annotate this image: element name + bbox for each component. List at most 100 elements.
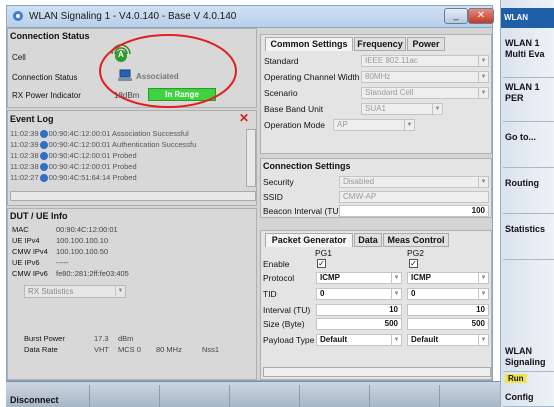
- chevron-down-icon: ▼: [478, 273, 488, 283]
- pg2-payload-select[interactable]: Default ▼: [407, 334, 489, 346]
- close-button[interactable]: ✕: [468, 8, 494, 24]
- base-band-unit-label: Base Band Unit: [264, 104, 324, 114]
- event-log-entry: 11:02:38 00:90:4C:12:00:01 Probed: [10, 162, 137, 172]
- pg2-tid-select[interactable]: 0 ▼: [407, 288, 489, 300]
- window-title-bar: WLAN Signaling 1 - V4.0.140 - Base V 4.0…: [6, 5, 494, 27]
- tab-frequency[interactable]: Frequency: [354, 37, 406, 51]
- sidebar-top-tab[interactable]: WLAN: [501, 8, 554, 28]
- packet-generator-hscrollbar[interactable]: [263, 367, 491, 377]
- pg1-protocol-select[interactable]: ICMP ▼: [316, 272, 402, 284]
- sidebar-item-routing[interactable]: Routing: [503, 178, 554, 214]
- pg1-enable-checkbox[interactable]: ✓: [317, 259, 326, 268]
- payload-type-label: Payload Type: [263, 335, 315, 345]
- tid-label: TID: [263, 289, 277, 299]
- cell-label: Cell: [12, 53, 26, 62]
- operation-mode-select[interactable]: AP ▼: [333, 119, 415, 131]
- connection-status-panel: Connection Status Cell A Connection Stat…: [7, 28, 257, 108]
- mac-label: MAC: [12, 225, 29, 234]
- pg1-payload-select[interactable]: Default ▼: [316, 334, 402, 346]
- ue-ipv4-label: UE IPv4: [12, 236, 40, 245]
- highlight-ellipse: [99, 34, 237, 108]
- tab-power[interactable]: Power: [407, 37, 445, 51]
- event-log-hscrollbar[interactable]: [10, 191, 256, 201]
- rx-statistics-select[interactable]: RX Statistics ▼: [24, 285, 126, 298]
- softkey-button[interactable]: [370, 385, 440, 407]
- burst-power-label: Burst Power: [24, 334, 65, 343]
- security-select[interactable]: Disabled ▼: [339, 176, 489, 188]
- sidebar-item-wlan-signaling[interactable]: WLAN Signaling: [503, 346, 554, 372]
- dut-ue-info-panel: DUT / UE Info MAC 00:90:4C:12:00:01 UE I…: [7, 208, 257, 380]
- minimize-button[interactable]: _: [444, 8, 468, 24]
- chevron-down-icon: ▼: [478, 177, 488, 187]
- sidebar-item-statistics[interactable]: Statistics: [503, 224, 554, 260]
- tab-meas-control[interactable]: Meas Control: [383, 233, 449, 247]
- info-icon: [39, 141, 48, 150]
- softkey-button[interactable]: [230, 385, 300, 407]
- chevron-down-icon: ▼: [478, 56, 488, 66]
- channel-width-select[interactable]: 80MHz ▼: [361, 71, 489, 83]
- pg1-interval-input[interactable]: 10: [316, 304, 402, 316]
- beacon-interval-label: Beacon Interval (TU): [263, 206, 342, 216]
- security-label: Security: [263, 177, 294, 187]
- tab-data[interactable]: Data: [354, 233, 382, 247]
- info-icon: [39, 152, 48, 161]
- pg2-protocol-select[interactable]: ICMP ▼: [407, 272, 489, 284]
- chevron-down-icon: ▼: [391, 289, 401, 299]
- pg1-tid-select[interactable]: 0 ▼: [316, 288, 402, 300]
- sidebar-item-config[interactable]: Config: [503, 392, 554, 407]
- ue-ipv6-value: -----: [56, 258, 69, 267]
- pg2-interval-input[interactable]: 10: [407, 304, 489, 316]
- event-log-entry: 11:02:27 00:90:4C:51:64:14 Probed: [10, 173, 137, 183]
- chevron-down-icon: ▼: [478, 335, 488, 345]
- info-icon: [39, 130, 48, 139]
- standard-select[interactable]: IEEE 802.11ac ▼: [361, 55, 489, 67]
- base-band-unit-select[interactable]: SUA1 ▼: [361, 103, 443, 115]
- burst-power-value: 17.3: [94, 334, 109, 343]
- cmw-ipv6-label: CMW IPv6: [12, 269, 48, 278]
- data-rate-nss: Nss1: [202, 345, 220, 354]
- data-rate-bandwidth: 80 MHz: [156, 345, 182, 354]
- tab-packet-generator[interactable]: Packet Generator: [265, 233, 353, 247]
- event-log-panel: Event Log ✕ 11:02:39 00:90:4C:12:00:01 As…: [7, 110, 257, 206]
- run-indicator: Run: [505, 374, 527, 383]
- connection-settings-title: Connection Settings: [263, 161, 351, 171]
- app-icon: [13, 11, 23, 21]
- tab-common-settings[interactable]: Common Settings: [265, 37, 353, 51]
- chevron-down-icon: ▼: [478, 72, 488, 82]
- cmw-ipv4-value: 100.100.100.50: [56, 247, 109, 256]
- interval-label: Interval (TU): [263, 305, 311, 315]
- event-log-entry: 11:02:39 00:90:4C:12:00:01 Authentication…: [10, 140, 197, 150]
- beacon-interval-input[interactable]: 100: [339, 205, 489, 217]
- chevron-down-icon: ▼: [432, 104, 442, 114]
- disconnect-button[interactable]: Disconnect: [6, 385, 90, 407]
- connection-status-label: Connection Status: [12, 73, 78, 82]
- event-log-vscrollbar[interactable]: [246, 129, 256, 187]
- softkey-button[interactable]: [90, 385, 160, 407]
- pg1-header: PG1: [315, 248, 333, 258]
- packet-generator-panel: Packet Generator Data Meas Control PG1 P…: [260, 230, 492, 380]
- chevron-down-icon: ▼: [391, 335, 401, 345]
- clear-log-icon[interactable]: ✕: [239, 111, 249, 125]
- sidebar-item-wlan1-multi-eval[interactable]: WLAN 1 Multi Eva: [503, 38, 554, 78]
- cmw-ipv4-label: CMW IPv4: [12, 247, 48, 256]
- common-settings-panel: Common Settings Frequency Power Standard…: [260, 34, 492, 154]
- ue-ipv6-label: UE IPv6: [12, 258, 40, 267]
- event-log-entry: 11:02:39 00:90:4C:12:00:01 Association Su…: [10, 129, 189, 139]
- main-window: Connection Status Cell A Connection Stat…: [6, 27, 493, 381]
- pg2-enable-checkbox[interactable]: ✓: [409, 259, 418, 268]
- event-log-list: 11:02:39 00:90:4C:12:00:01 Association Su…: [10, 129, 246, 189]
- pg1-size-input[interactable]: 500: [316, 318, 402, 330]
- chevron-down-icon: ▼: [391, 273, 401, 283]
- event-log-entry: 11:02:38 00:90:4C:12:00:01 Probed: [10, 151, 137, 161]
- info-icon: [39, 163, 48, 172]
- sidebar-item-go-to[interactable]: Go to...: [503, 132, 554, 168]
- sidebar-item-wlan1-per[interactable]: WLAN 1 PER: [503, 82, 554, 122]
- chevron-down-icon: ▼: [478, 289, 488, 299]
- scenario-select[interactable]: Standard Cell ▼: [361, 87, 489, 99]
- info-icon: [39, 174, 48, 183]
- data-rate-mode: VHT: [94, 345, 109, 354]
- pg2-size-input[interactable]: 500: [407, 318, 489, 330]
- softkey-button[interactable]: [300, 385, 370, 407]
- ssid-input[interactable]: CMW-AP: [339, 191, 489, 203]
- softkey-button[interactable]: [160, 385, 230, 407]
